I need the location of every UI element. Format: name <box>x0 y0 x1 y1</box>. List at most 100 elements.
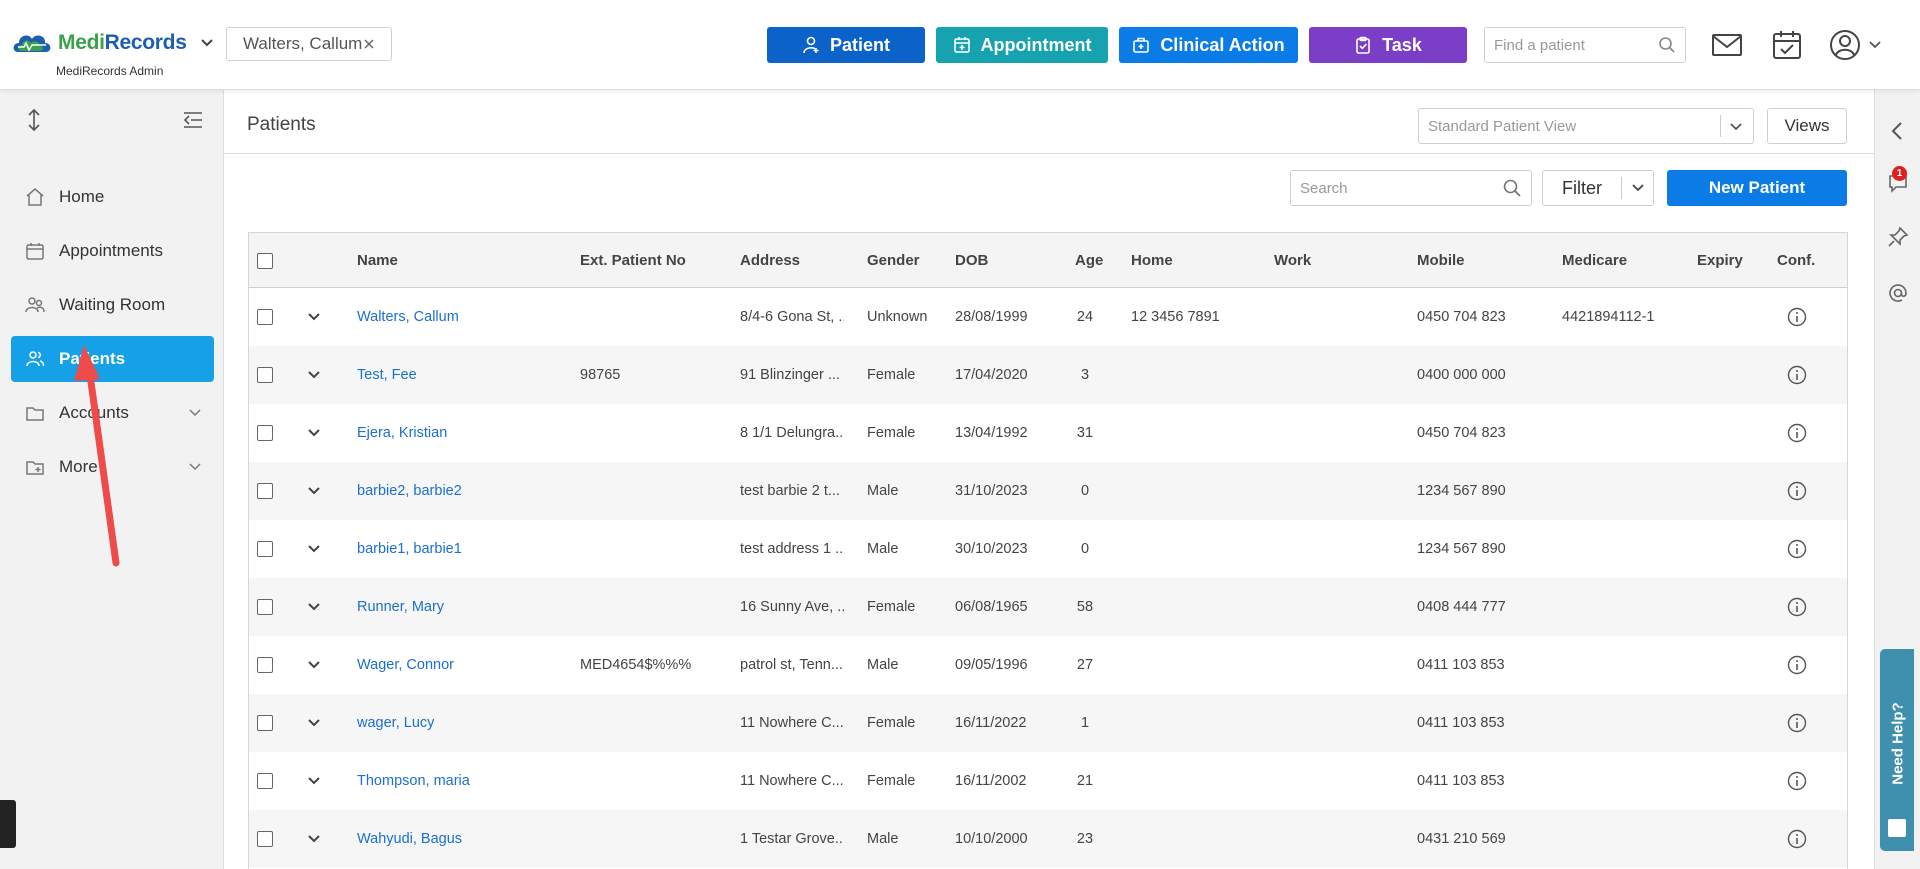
chevron-down-icon[interactable] <box>1631 181 1645 195</box>
info-icon[interactable] <box>1787 365 1807 385</box>
open-patient-tab[interactable]: Walters, Callum <box>226 27 392 61</box>
table-row[interactable]: barbie1, barbie1 test address 1 ... Male 30… <box>249 520 1847 578</box>
row-checkbox[interactable] <box>257 657 273 673</box>
chevron-down-icon[interactable] <box>199 35 215 51</box>
cell-name[interactable]: Test, Fee <box>357 346 417 404</box>
column-header-address[interactable]: Address <box>740 233 800 288</box>
cell-name[interactable]: barbie1, barbie1 <box>357 520 462 578</box>
search-icon[interactable] <box>1658 36 1676 54</box>
row-checkbox[interactable] <box>257 599 273 615</box>
info-icon[interactable] <box>1787 597 1807 617</box>
row-checkbox[interactable] <box>257 541 273 557</box>
chevron-down-icon[interactable] <box>307 368 321 382</box>
new-patient-action-button[interactable]: Patient <box>767 27 925 63</box>
row-checkbox[interactable] <box>257 831 273 847</box>
select-all-checkbox[interactable] <box>257 252 273 269</box>
pin-icon[interactable] <box>1887 226 1909 248</box>
side-dock-handle[interactable] <box>0 800 16 848</box>
close-icon[interactable] <box>363 38 375 50</box>
info-icon[interactable] <box>1787 829 1807 849</box>
row-checkbox[interactable] <box>257 715 273 731</box>
find-patient-input[interactable]: Find a patient <box>1484 27 1686 63</box>
new-patient-button[interactable]: New Patient <box>1667 170 1847 206</box>
table-row[interactable]: Runner, Mary 16 Sunny Ave, ... Female 06/08… <box>249 578 1847 636</box>
chevron-down-icon[interactable] <box>307 716 321 730</box>
table-row[interactable]: Test, Fee 98765 91 Blinzinger ... Female 17/… <box>249 346 1847 404</box>
column-header-conf[interactable]: Conf. <box>1777 233 1815 288</box>
cell-name[interactable]: Ejera, Kristian <box>357 404 447 462</box>
new-task-button[interactable]: Task <box>1309 27 1467 63</box>
column-header-home[interactable]: Home <box>1131 233 1173 288</box>
table-row[interactable]: Ejera, Kristian 8 1/1 Delungra... Female 13… <box>249 404 1847 462</box>
table-row[interactable]: Walters, Callum 8/4-6 Gona St, ... Unknown… <box>249 288 1847 346</box>
cell-name[interactable]: Thompson, maria <box>357 752 470 810</box>
need-help-tab[interactable]: Need Help? <box>1880 649 1914 851</box>
column-header-gender[interactable]: Gender <box>867 233 920 288</box>
clinical-action-button[interactable]: Clinical Action <box>1119 27 1298 63</box>
row-checkbox[interactable] <box>257 483 273 499</box>
filter-label: Filter <box>1562 177 1602 198</box>
row-checkbox[interactable] <box>257 367 273 383</box>
column-header-medicare[interactable]: Medicare <box>1562 233 1627 288</box>
info-icon[interactable] <box>1787 481 1807 501</box>
sidebar-item-home[interactable]: Home <box>11 174 214 220</box>
patient-search-input[interactable]: Search <box>1290 170 1532 206</box>
table-row[interactable]: Wahyudi, Bagus 1 Testar Grove... Male 10/10… <box>249 810 1847 868</box>
cell-name[interactable]: Runner, Mary <box>357 578 444 636</box>
mail-icon[interactable] <box>1710 28 1744 62</box>
row-checkbox[interactable] <box>257 309 273 325</box>
row-checkbox[interactable] <box>257 773 273 789</box>
cell-name[interactable]: Wager, Connor <box>357 636 454 694</box>
user-circle-icon[interactable] <box>1828 28 1862 62</box>
cell-address: 8 1/1 Delungra... <box>740 425 844 441</box>
chevron-down-icon[interactable] <box>307 484 321 498</box>
chevron-down-icon[interactable] <box>307 600 321 614</box>
at-icon[interactable] <box>1887 282 1909 304</box>
chevron-down-icon[interactable] <box>307 774 321 788</box>
chevron-down-icon[interactable] <box>307 426 321 440</box>
info-icon[interactable] <box>1787 423 1807 443</box>
new-appointment-button[interactable]: Appointment <box>936 27 1108 63</box>
column-header-name[interactable]: Name <box>357 233 398 288</box>
column-header-expiry[interactable]: Expiry <box>1697 233 1743 288</box>
table-row[interactable]: Wager, Connor MED4654$%%% patrol st, Tenn.… <box>249 636 1847 694</box>
search-icon[interactable] <box>1502 178 1522 198</box>
brand-logo[interactable]: MediRecords <box>12 30 215 56</box>
info-icon[interactable] <box>1787 655 1807 675</box>
info-icon[interactable] <box>1787 539 1807 559</box>
collapse-menu-icon[interactable] <box>182 110 204 130</box>
chevron-down-icon[interactable] <box>307 832 321 846</box>
info-icon[interactable] <box>1787 307 1807 327</box>
chevron-left-icon[interactable] <box>1887 120 1909 142</box>
column-header-ext-no[interactable]: Ext. Patient No <box>580 233 686 288</box>
cell-name[interactable]: Wahyudi, Bagus <box>357 810 462 868</box>
info-icon[interactable] <box>1787 771 1807 791</box>
chevron-down-icon[interactable] <box>307 658 321 672</box>
chevron-down-icon[interactable] <box>307 542 321 556</box>
calendar-plus-icon <box>953 37 970 53</box>
cell-name[interactable]: wager, Lucy <box>357 694 434 752</box>
column-header-mobile[interactable]: Mobile <box>1417 233 1465 288</box>
chevron-down-icon[interactable] <box>307 310 321 324</box>
sidebar-item-appointments[interactable]: Appointments <box>11 228 214 274</box>
user-menu-chevron-icon[interactable] <box>1868 38 1882 52</box>
table-row[interactable]: wager, Lucy 11 Nowhere C... Female 16/11/20… <box>249 694 1847 752</box>
column-header-dob[interactable]: DOB <box>955 233 988 288</box>
column-header-age[interactable]: Age <box>1075 233 1103 288</box>
sidebar-item-waiting-room[interactable]: Waiting Room <box>11 282 214 328</box>
resize-vertical-icon[interactable] <box>24 108 44 132</box>
cell-name[interactable]: barbie2, barbie2 <box>357 462 462 520</box>
row-checkbox[interactable] <box>257 425 273 441</box>
table-row[interactable]: Thompson, maria 11 Nowhere C... Female 16/1… <box>249 752 1847 810</box>
info-icon[interactable] <box>1787 713 1807 733</box>
cell-address: 11 Nowhere C... <box>740 715 844 731</box>
views-button[interactable]: Views <box>1767 108 1847 144</box>
calendar-check-icon[interactable] <box>1770 28 1804 62</box>
cell-name[interactable]: Walters, Callum <box>357 288 459 346</box>
column-header-work[interactable]: Work <box>1274 233 1311 288</box>
chevron-down-icon[interactable] <box>1729 120 1743 134</box>
view-select[interactable]: Standard Patient View <box>1418 108 1754 144</box>
filter-button[interactable]: Filter <box>1542 170 1654 206</box>
row-select-cell <box>257 810 273 868</box>
table-row[interactable]: barbie2, barbie2 test barbie 2 t... Male 31… <box>249 462 1847 520</box>
